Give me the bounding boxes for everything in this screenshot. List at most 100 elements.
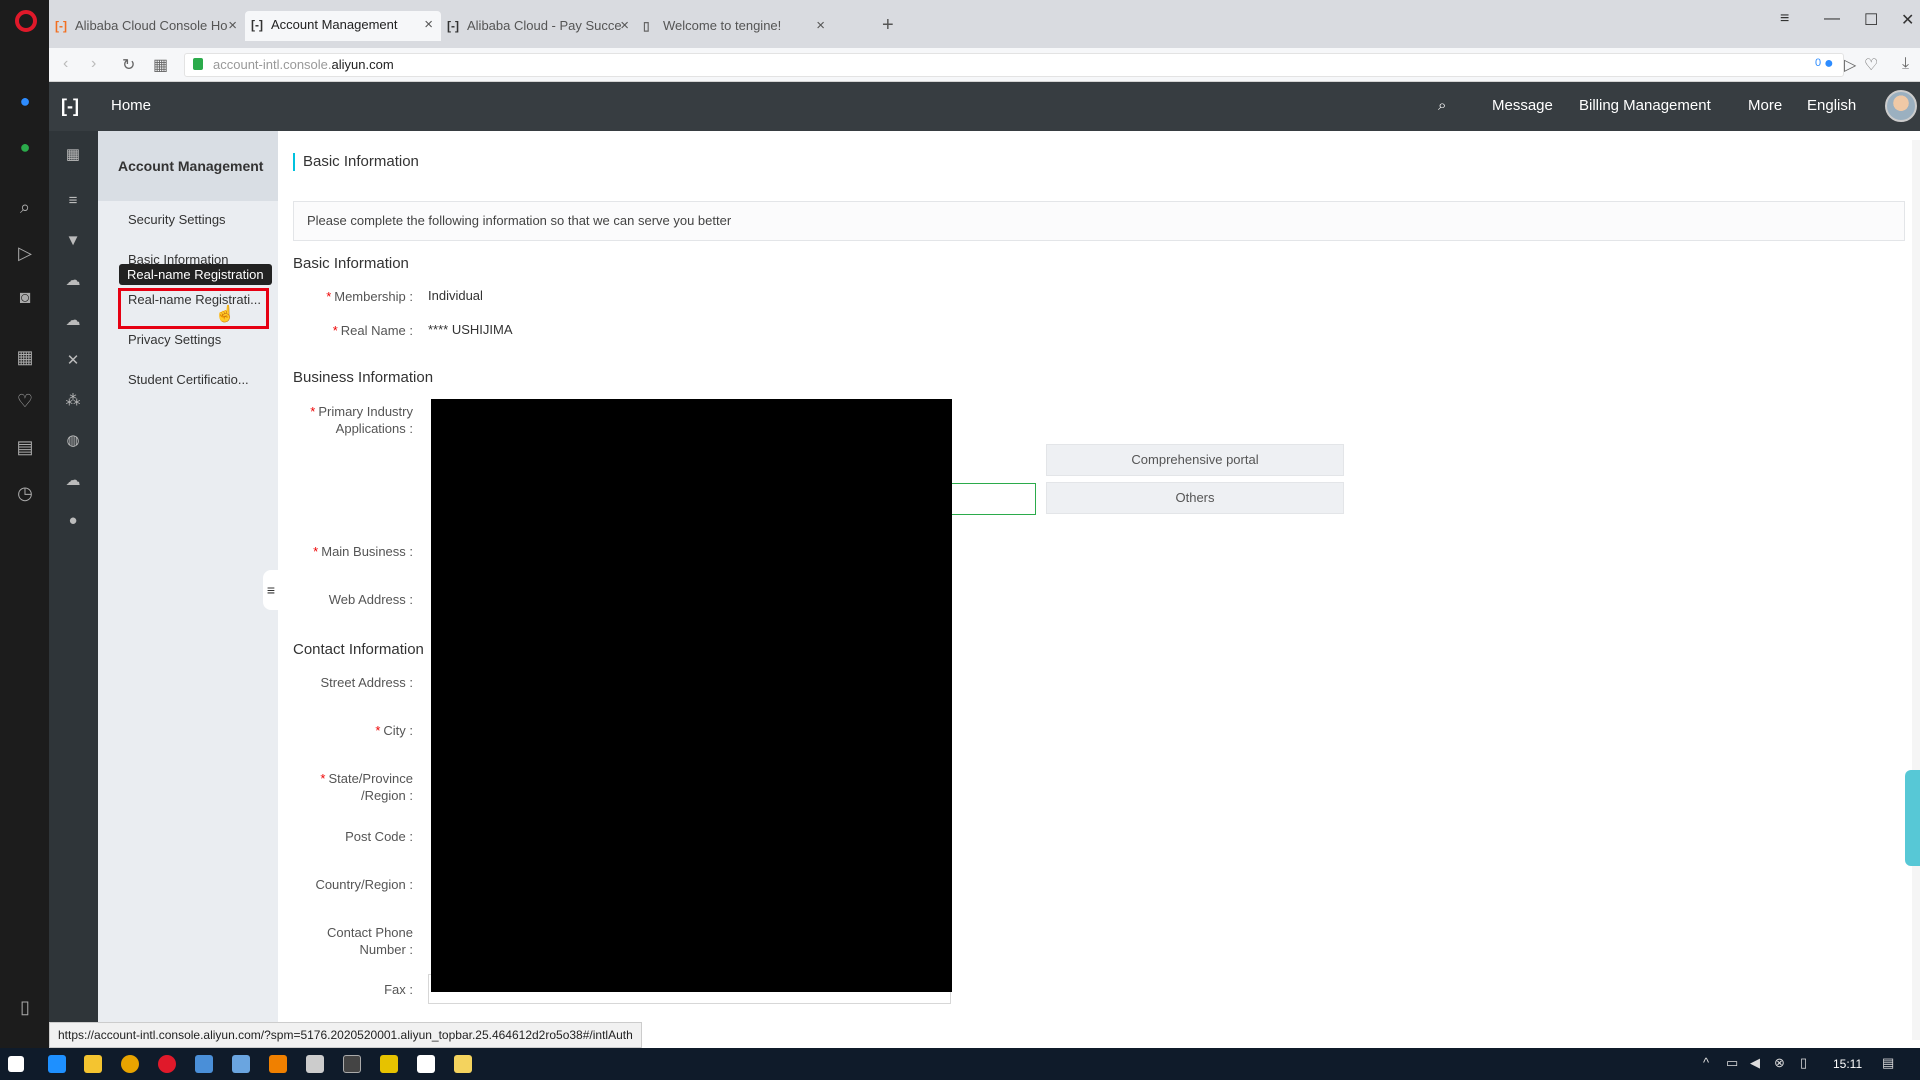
collapse-sidebar-icon[interactable]: ≡ bbox=[263, 570, 279, 610]
close-window-icon[interactable]: ✕ bbox=[1901, 10, 1914, 30]
speed-dial-icon[interactable]: ▦ bbox=[14, 346, 36, 368]
screen: ● ● ⌕ ▷ ◙ ▦ ♡ ▤ ◷ ▯ [-] Alibaba Cloud Co… bbox=[0, 0, 1920, 1080]
download-icon[interactable]: ⤓ bbox=[1902, 55, 1909, 73]
fax-label: Fax : bbox=[384, 982, 413, 997]
tools-icon[interactable]: ✕ bbox=[65, 353, 81, 369]
adblock-icon[interactable]: ● bbox=[1824, 55, 1834, 73]
server-icon[interactable]: ≡ bbox=[65, 193, 81, 209]
globe-icon[interactable]: ◍ bbox=[65, 433, 81, 449]
send-icon[interactable]: ▷ bbox=[14, 242, 36, 264]
messenger-icon[interactable]: ● bbox=[14, 90, 36, 112]
state-province-label: * State/Province/Region : bbox=[320, 771, 413, 803]
membership-value: Individual bbox=[428, 288, 483, 303]
chrome-icon[interactable] bbox=[121, 1055, 139, 1073]
billing-management-link[interactable]: Billing Management bbox=[1579, 97, 1711, 114]
tooltip: Real-name Registration bbox=[119, 264, 272, 285]
tab-account-management[interactable]: [-] Account Management × bbox=[245, 11, 441, 41]
page-scrollbar[interactable] bbox=[1912, 140, 1920, 1040]
back-icon[interactable]: ‹ bbox=[63, 55, 68, 73]
hand-cursor-icon: ☝ bbox=[215, 306, 235, 323]
news-icon[interactable]: ▤ bbox=[14, 436, 36, 458]
alibaba-cloud-logo-icon[interactable]: [-] bbox=[61, 96, 79, 117]
whatsapp-icon[interactable]: ● bbox=[14, 136, 36, 158]
alibaba-tab-icon: [-] bbox=[447, 19, 459, 33]
tab-pay-success[interactable]: [-] Alibaba Cloud - Pay Succe × bbox=[441, 12, 637, 40]
clock[interactable]: 15:11 bbox=[1833, 1057, 1862, 1071]
bookmark-heart-icon[interactable]: ♡ bbox=[1864, 55, 1878, 75]
tab-console-home[interactable]: [-] Alibaba Cloud Console Ho × bbox=[49, 12, 245, 40]
vlc-icon[interactable] bbox=[269, 1055, 287, 1073]
sticky-notes-icon[interactable] bbox=[454, 1055, 472, 1073]
database-icon[interactable]: ▼ bbox=[65, 233, 81, 249]
forward-icon[interactable]: › bbox=[91, 55, 96, 73]
app-icon[interactable] bbox=[380, 1055, 398, 1073]
home-link[interactable]: Home bbox=[111, 97, 151, 114]
maximize-icon[interactable]: ☐ bbox=[1864, 10, 1878, 30]
circle-icon[interactable]: ● bbox=[65, 513, 81, 529]
info-notice: Please complete the following informatio… bbox=[293, 201, 1905, 241]
basic-information-heading: Basic Information bbox=[293, 255, 409, 272]
file-explorer-icon[interactable] bbox=[84, 1055, 102, 1073]
contact-us-tab[interactable] bbox=[1905, 770, 1920, 866]
url-prefix: account-intl.console. bbox=[213, 57, 332, 72]
post-code-label: Post Code : bbox=[345, 829, 413, 844]
network-icon[interactable]: ⁂ bbox=[65, 393, 81, 409]
url-domain: aliyun.com bbox=[331, 57, 394, 72]
tray-app-icon[interactable]: ▯ bbox=[1800, 1055, 1807, 1071]
windows-taskbar: ^ ▭ ◀ ⊗ ▯ 15:11 ▤ bbox=[0, 1048, 1920, 1080]
close-tab-icon[interactable]: × bbox=[620, 12, 629, 40]
opera-sidebar: ● ● ⌕ ▷ ◙ ▦ ♡ ▤ ◷ ▯ bbox=[0, 0, 49, 1048]
products-grid-icon[interactable]: ▦ bbox=[65, 147, 81, 163]
cloud-monitor-icon[interactable]: ☁ bbox=[65, 313, 81, 329]
windows-start-icon[interactable] bbox=[8, 1056, 24, 1072]
tiles-icon[interactable]: ▦ bbox=[153, 55, 168, 75]
terminal-icon[interactable] bbox=[343, 1055, 361, 1073]
sidebar-toggle-icon[interactable]: ▯ bbox=[14, 996, 36, 1018]
close-tab-icon[interactable]: × bbox=[228, 12, 237, 40]
highlight-box bbox=[118, 288, 269, 329]
notifications-icon[interactable]: ▤ bbox=[1882, 1055, 1894, 1071]
calculator-icon[interactable] bbox=[306, 1055, 324, 1073]
notepad-icon[interactable] bbox=[417, 1055, 435, 1073]
app-icon[interactable] bbox=[195, 1055, 213, 1073]
language-menu[interactable]: English bbox=[1807, 97, 1856, 114]
tab-menu-icon[interactable]: ≡ bbox=[1780, 10, 1789, 28]
alibaba-tab-icon: [-] bbox=[55, 19, 67, 33]
tray-app-icon[interactable]: ⊗ bbox=[1774, 1055, 1785, 1071]
search-icon[interactable]: ⌕ bbox=[1438, 97, 1446, 114]
edge-icon[interactable] bbox=[48, 1055, 66, 1073]
minimize-icon[interactable]: — bbox=[1824, 10, 1840, 28]
industry-comprehensive-portal-button[interactable]: Comprehensive portal bbox=[1046, 444, 1344, 476]
more-menu[interactable]: More bbox=[1748, 97, 1782, 114]
address-bar: ‹ › ↻ ▦ account-intl.console.aliyun.com … bbox=[49, 48, 1920, 82]
avatar[interactable] bbox=[1885, 90, 1917, 122]
cloud-icon[interactable]: ☁ bbox=[65, 273, 81, 289]
redaction-block bbox=[431, 399, 952, 992]
tab-label: Welcome to tengine! bbox=[663, 18, 782, 33]
subnav-item-security-settings[interactable]: Security Settings bbox=[128, 212, 268, 227]
subnav-item-privacy-settings[interactable]: Privacy Settings bbox=[128, 332, 268, 347]
close-tab-icon[interactable]: × bbox=[424, 11, 433, 39]
new-tab-icon[interactable]: + bbox=[882, 14, 894, 37]
opera-logo-icon[interactable] bbox=[15, 10, 37, 32]
cdn-icon[interactable]: ☁ bbox=[65, 473, 81, 489]
history-icon[interactable]: ◷ bbox=[14, 482, 36, 504]
tab-tengine[interactable]: ▯ Welcome to tengine! × bbox=[637, 12, 833, 40]
message-link[interactable]: Message bbox=[1492, 97, 1553, 114]
page-title: Basic Information bbox=[293, 153, 419, 171]
camera-icon[interactable]: ◙ bbox=[14, 286, 36, 308]
reload-icon[interactable]: ↻ bbox=[122, 55, 135, 75]
page-tab-icon: ▯ bbox=[643, 19, 650, 33]
close-tab-icon[interactable]: × bbox=[816, 12, 825, 40]
tray-chevron-icon[interactable]: ^ bbox=[1703, 1055, 1709, 1070]
opera-taskbar-icon[interactable] bbox=[158, 1055, 176, 1073]
volume-icon[interactable]: ◀ bbox=[1750, 1055, 1760, 1071]
url-field[interactable]: account-intl.console.aliyun.com bbox=[184, 53, 1844, 77]
network-tray-icon[interactable]: ▭ bbox=[1726, 1055, 1738, 1071]
heart-icon[interactable]: ♡ bbox=[14, 390, 36, 412]
industry-others-button[interactable]: Others bbox=[1046, 482, 1344, 514]
app-icon[interactable] bbox=[232, 1055, 250, 1073]
search-icon[interactable]: ⌕ bbox=[14, 196, 36, 218]
subnav-item-student-certification[interactable]: Student Certificatio... bbox=[128, 372, 268, 387]
flow-icon[interactable]: ▷ bbox=[1844, 55, 1856, 75]
